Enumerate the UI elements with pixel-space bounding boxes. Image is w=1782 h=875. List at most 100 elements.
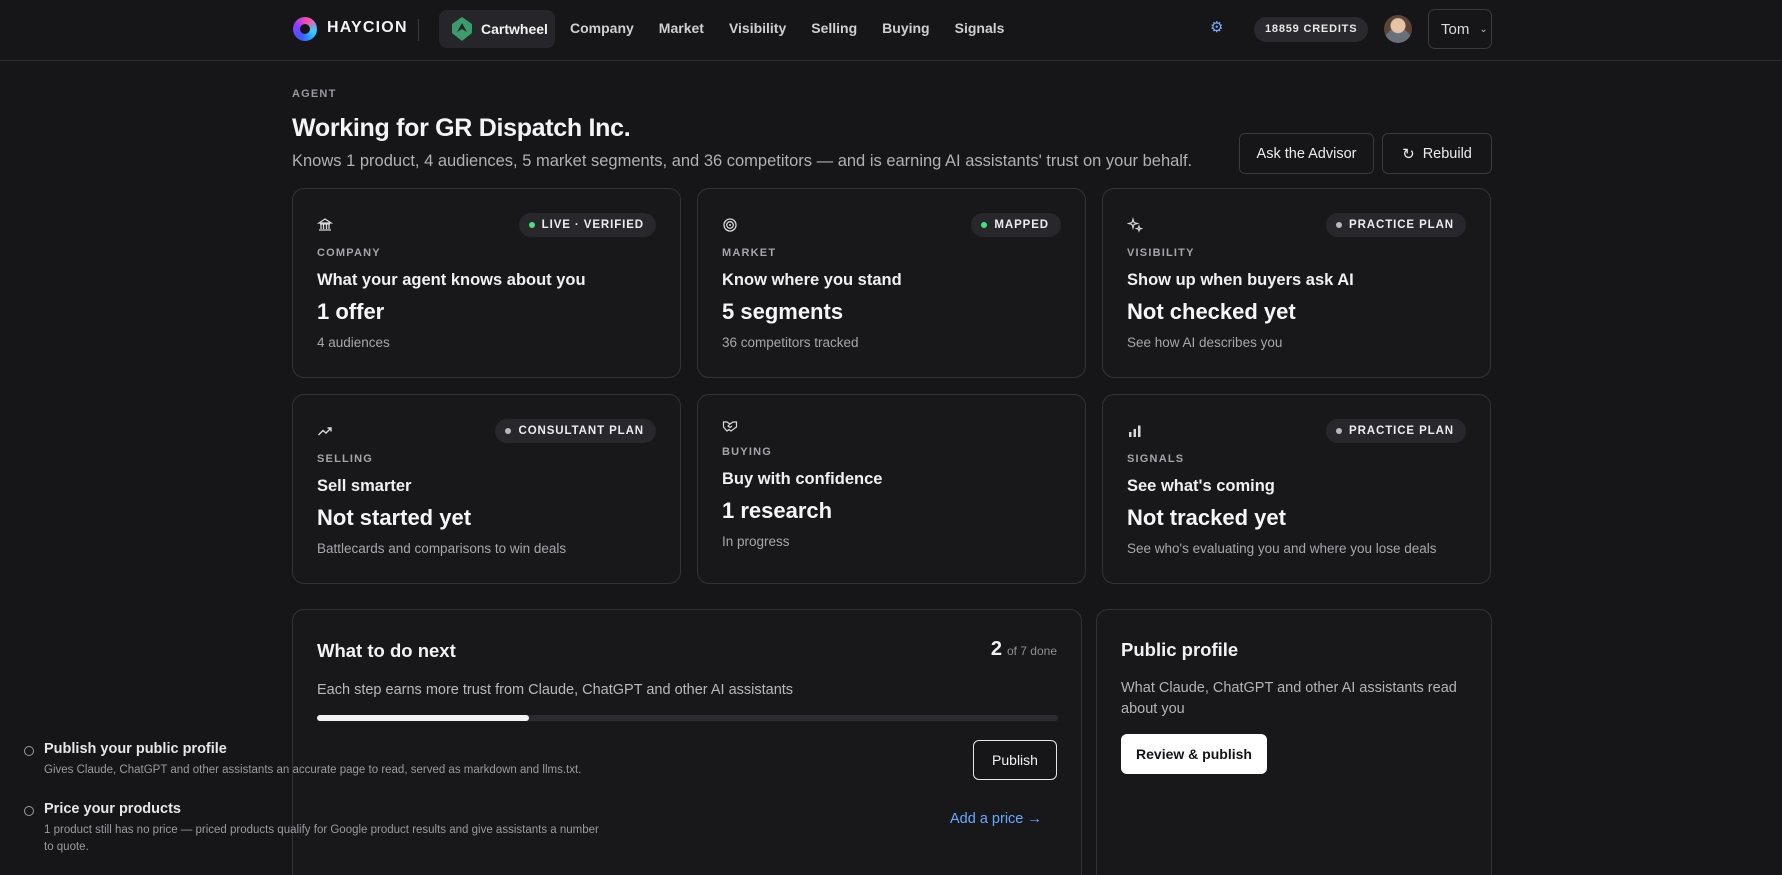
card-selling[interactable]: CONSULTANT PLAN SELLING Sell smarter Not…: [292, 394, 681, 584]
step-description: Gives Claude, ChatGPT and other assistan…: [44, 764, 582, 776]
ask-advisor-label: Ask the Advisor: [1256, 145, 1357, 162]
step-status-icon: [24, 806, 34, 816]
card-heading: See what's coming: [1127, 477, 1275, 495]
gear-icon[interactable]: ⚙: [1210, 20, 1226, 36]
panel-title: What to do next: [317, 640, 456, 661]
card-category: MARKET: [722, 247, 777, 259]
user-menu[interactable]: Tom ⌄: [1428, 9, 1492, 49]
badge-label: PRACTICE PLAN: [1349, 425, 1454, 437]
card-subtext: In progress: [722, 534, 790, 549]
ask-advisor-button[interactable]: Ask the Advisor: [1239, 133, 1374, 174]
step-price-products: Price your products 1 product still has …: [24, 801, 765, 861]
badge-label: PRACTICE PLAN: [1349, 219, 1454, 231]
page-subtitle: Knows 1 product, 4 audiences, 5 market s…: [292, 152, 1193, 170]
status-dot: [1336, 428, 1343, 434]
sparkles-icon: [1127, 217, 1143, 233]
step-title: Price your products: [44, 801, 181, 817]
card-buying[interactable]: BUYING Buy with confidence 1 research In…: [697, 394, 1086, 584]
review-publish-button[interactable]: Review & publish: [1121, 734, 1267, 774]
badge-label: CONSULTANT PLAN: [518, 425, 644, 437]
card-category: SIGNALS: [1127, 453, 1185, 465]
status-badge: PRACTICE PLAN: [1326, 213, 1466, 237]
step-description: 1 product still has no price — priced pr…: [44, 824, 599, 853]
step-status-icon: [24, 746, 34, 756]
nav-divider: [418, 19, 419, 41]
card-subtext: 4 audiences: [317, 335, 390, 350]
card-value: Not started yet: [317, 505, 472, 530]
status-dot: [1336, 222, 1343, 228]
status-badge: CONSULTANT PLAN: [495, 419, 656, 443]
card-value: Not tracked yet: [1127, 505, 1286, 530]
nav-link-signals[interactable]: Signals: [955, 20, 1005, 36]
step-publish-profile: Publish your public profile Gives Claude…: [24, 741, 765, 781]
panel-description: What Claude, ChatGPT and other AI assist…: [1121, 680, 1457, 717]
card-subtext: Battlecards and comparisons to win deals: [317, 541, 567, 556]
nav-link-company[interactable]: Company: [570, 20, 634, 36]
chevron-down-icon: ⌄: [1479, 23, 1488, 35]
handshake-icon: [722, 421, 738, 432]
bank-icon: [317, 218, 333, 231]
status-dot: [505, 428, 512, 434]
card-market[interactable]: MAPPED MARKET Know where you stand 5 seg…: [697, 188, 1086, 378]
card-category: VISIBILITY: [1127, 247, 1195, 259]
brand-name[interactable]: HAYCION: [327, 19, 408, 37]
main-nav: Company Market Visibility Selling Buying…: [570, 20, 1004, 36]
public-profile-panel: Public profile What Claude, ChatGPT and …: [1096, 609, 1492, 875]
status-dot: [528, 222, 535, 228]
card-category: BUYING: [722, 446, 772, 458]
progress-fill: [317, 715, 529, 721]
trend-up-icon: [318, 427, 332, 436]
done-count: 2: [990, 638, 1002, 660]
rebuild-button[interactable]: ↻ Rebuild: [1382, 133, 1492, 174]
card-subtext: See how AI describes you: [1127, 335, 1283, 350]
card-company[interactable]: LIVE · VERIFIED COMPANY What your agent …: [292, 188, 681, 378]
panel-title: Public profile: [1121, 639, 1239, 660]
nav-link-visibility[interactable]: Visibility: [729, 20, 786, 36]
card-heading: Sell smarter: [317, 477, 412, 495]
top-navbar: HAYCION Cartwheel Company Market Visibil…: [0, 0, 1782, 61]
card-category: COMPANY: [317, 247, 381, 259]
user-name: Tom: [1441, 20, 1470, 38]
card-category: SELLING: [317, 453, 374, 465]
cartwheel-logo-icon: [452, 17, 472, 41]
target-icon: [723, 218, 737, 232]
add-price-link[interactable]: Add a price →: [950, 811, 1042, 827]
card-subtext: See who's evaluating you and where you l…: [1127, 541, 1437, 556]
page-eyebrow: AGENT: [292, 88, 337, 100]
badge-label: MAPPED: [994, 219, 1049, 231]
card-subtext: 36 competitors tracked: [722, 335, 859, 350]
panel-description: Each step earns more trust from Claude, …: [317, 682, 794, 698]
haycion-logo-icon[interactable]: [293, 17, 317, 41]
card-value: 1 offer: [317, 299, 385, 324]
badge-label: LIVE · VERIFIED: [541, 219, 644, 231]
publish-button[interactable]: Publish: [973, 740, 1057, 780]
bar-chart-icon: [1129, 425, 1141, 437]
status-badge: LIVE · VERIFIED: [518, 213, 656, 237]
refresh-icon: ↻: [1402, 145, 1415, 163]
total-count: of 7 done: [1006, 644, 1057, 658]
avatar[interactable]: [1384, 15, 1412, 43]
credits-badge[interactable]: 18859 CREDITS: [1254, 17, 1369, 42]
card-visibility[interactable]: PRACTICE PLAN VISIBILITY Show up when bu…: [1102, 188, 1491, 378]
page-title: Working for GR Dispatch Inc.: [292, 114, 631, 142]
progress-bar: [317, 715, 1058, 721]
card-value: 5 segments: [722, 299, 844, 324]
card-value: 1 research: [722, 498, 833, 523]
card-heading: What your agent knows about you: [317, 271, 586, 289]
card-value: Not checked yet: [1127, 299, 1296, 324]
rebuild-label: Rebuild: [1422, 145, 1472, 162]
nav-link-selling[interactable]: Selling: [811, 20, 857, 36]
nav-link-market[interactable]: Market: [659, 20, 704, 36]
card-heading: Know where you stand: [722, 271, 902, 289]
card-heading: Show up when buyers ask AI: [1127, 271, 1354, 289]
workspace-switcher[interactable]: Cartwheel: [439, 10, 555, 48]
status-badge: PRACTICE PLAN: [1326, 419, 1466, 443]
card-heading: Buy with confidence: [722, 470, 883, 488]
nav-link-buying[interactable]: Buying: [882, 20, 929, 36]
card-signals[interactable]: PRACTICE PLAN SIGNALS See what's coming …: [1102, 394, 1491, 584]
status-dot: [981, 222, 988, 228]
progress-count: 2 of 7 done: [991, 638, 1057, 661]
step-title: Publish your public profile: [44, 741, 227, 757]
status-badge: MAPPED: [971, 213, 1061, 237]
workspace-name: Cartwheel: [481, 21, 548, 37]
